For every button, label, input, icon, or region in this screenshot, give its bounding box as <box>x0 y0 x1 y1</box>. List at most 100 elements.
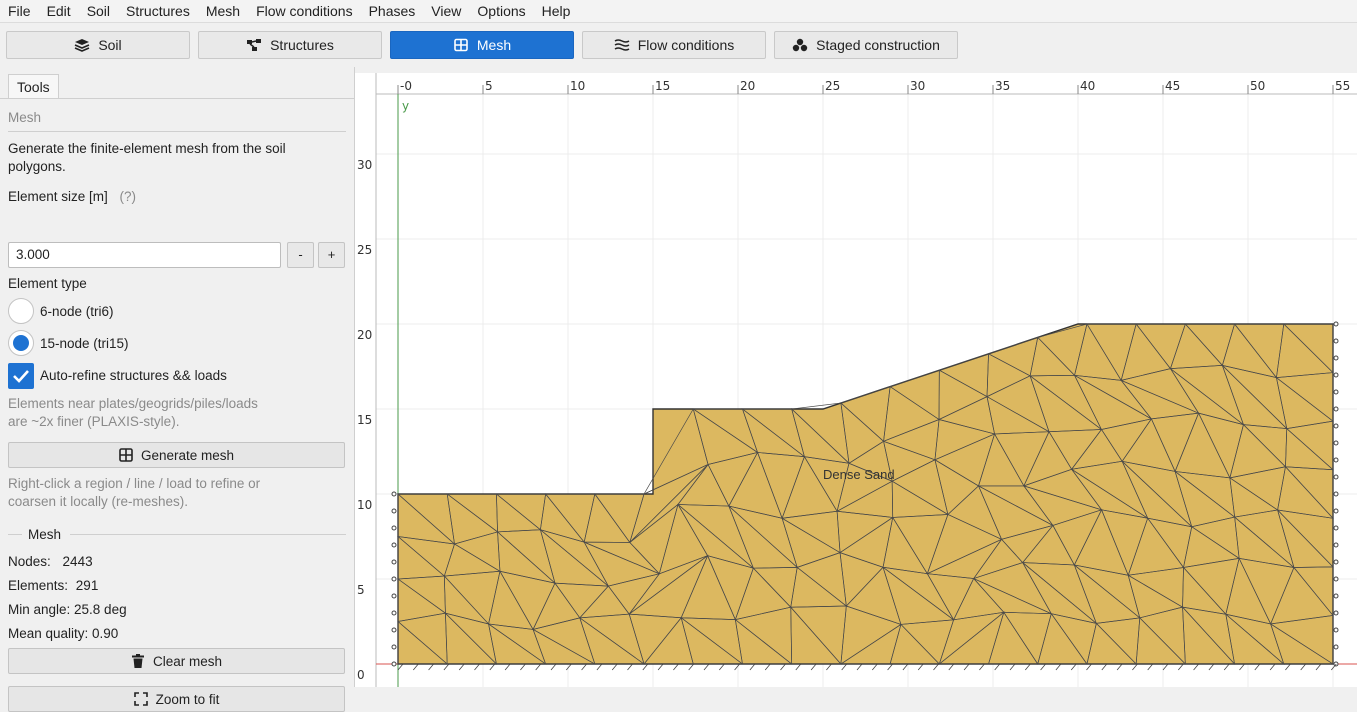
fixed-support-hatch <box>749 663 756 671</box>
auto-refine-checkbox[interactable] <box>8 363 34 389</box>
element-size-input[interactable]: 3.000 <box>8 242 281 268</box>
roller-support <box>1333 321 1339 327</box>
x-tick-label: 15 <box>655 79 670 93</box>
fixed-support-hatch <box>856 663 863 671</box>
fixed-support-hatch <box>1285 663 1291 671</box>
generate-mesh-button[interactable]: Generate mesh <box>8 442 345 468</box>
fixed-support-hatch <box>1040 663 1046 671</box>
x-ruler <box>355 73 1357 94</box>
mesh-mode-label: Mesh <box>476 37 512 53</box>
mesh-mode-button[interactable]: Mesh <box>390 31 574 59</box>
fixed-support-hatch <box>565 663 572 671</box>
decrease-size-button[interactable]: - <box>287 242 314 268</box>
zoom-to-fit-button[interactable]: Zoom to fit <box>8 686 345 712</box>
fixed-support-hatch <box>520 663 526 671</box>
mesh-group-title: Mesh <box>28 527 62 542</box>
menu-phases[interactable]: Phases <box>361 0 424 23</box>
nodes-stat: Nodes: 2443 <box>8 553 93 571</box>
staged-construction-mode-label: Staged construction <box>816 37 940 53</box>
fixed-support-hatch <box>1101 663 1108 671</box>
roller-support <box>1333 542 1339 548</box>
roller-support <box>1333 576 1339 582</box>
fixed-support-hatch <box>1086 663 1092 671</box>
nodes-value: 2443 <box>62 554 93 569</box>
radio-tri15[interactable] <box>8 330 34 356</box>
roller-support <box>1333 610 1339 616</box>
right-click-note: Right-click a region / line / load to re… <box>8 476 261 509</box>
section-title-mesh: Mesh <box>8 110 42 125</box>
soil-mode-label: Soil <box>98 37 122 53</box>
menu-file[interactable]: File <box>0 0 39 23</box>
help-hint[interactable]: (?) <box>120 189 137 204</box>
fixed-support-hatch <box>1239 663 1245 671</box>
radio-tri6-label: 6-node (tri6) <box>40 304 114 319</box>
refine-note: Elements near plates/geogrids/piles/load… <box>8 396 258 429</box>
fixed-support-hatch <box>428 663 434 671</box>
menu-mesh[interactable]: Mesh <box>198 0 248 23</box>
soil-mode-button[interactable]: Soil <box>6 31 190 59</box>
roller-support <box>1333 508 1339 514</box>
x-tick-label: 40 <box>1080 79 1095 93</box>
fixed-support-hatch <box>627 663 633 671</box>
zoom-to-fit-label: Zoom to fit <box>155 691 220 707</box>
roller-support <box>1333 406 1339 412</box>
x-tick-label: 55 <box>1335 79 1350 93</box>
flow-conditions-mode-label: Flow conditions <box>637 37 735 53</box>
mesh-view[interactable]: -0 5 10 15 20 25 30 35 40 45 50 55 0 5 10 15 20 25 30 y D… <box>355 73 1357 687</box>
fixed-support-hatch <box>810 663 817 671</box>
menu-view[interactable]: View <box>423 0 469 23</box>
fixed-support-hatch <box>412 663 419 671</box>
y-tick-label: 15 <box>357 413 372 427</box>
clear-mesh-button[interactable]: Clear mesh <box>8 648 345 674</box>
flow-conditions-mode-button[interactable]: Flow conditions <box>582 31 766 59</box>
menu-options[interactable]: Options <box>469 0 533 23</box>
fixed-support-hatch <box>535 663 542 671</box>
divider <box>8 534 22 535</box>
staged-construction-mode-button[interactable]: Staged construction <box>774 31 958 59</box>
fixed-support-hatch <box>1147 663 1154 671</box>
model-canvas[interactable]: -0 5 10 15 20 25 30 35 40 45 50 55 0 5 10 15 20 25 30 y D… <box>355 73 1357 687</box>
structure-nodes-icon <box>247 39 262 51</box>
fixed-support-hatch <box>1024 663 1031 671</box>
fixed-support-hatch <box>902 663 909 671</box>
mesh-description: Generate the finite-element mesh from th… <box>8 141 286 174</box>
layers-icon <box>74 39 90 52</box>
fixed-support-hatch <box>841 663 848 671</box>
fixed-support-hatch <box>397 663 404 671</box>
fixed-support-hatch <box>642 663 649 671</box>
menu-help[interactable]: Help <box>534 0 579 23</box>
element-type-label: Element type <box>8 276 87 291</box>
x-tick-label: 35 <box>995 79 1010 93</box>
roller-support <box>1333 355 1339 361</box>
roller-support <box>391 627 397 633</box>
menu-soil[interactable]: Soil <box>79 0 118 23</box>
roller-support <box>391 610 397 616</box>
fixed-support-hatch <box>826 663 832 671</box>
menu-flow-conditions[interactable]: Flow conditions <box>248 0 361 23</box>
increase-size-button[interactable]: + <box>318 242 345 268</box>
structures-mode-button[interactable]: Structures <box>198 31 382 59</box>
fixed-support-hatch <box>948 663 955 671</box>
fit-frame-icon <box>133 692 148 706</box>
roller-support <box>391 491 397 497</box>
tools-panel: Tools Mesh Generate the finite-element m… <box>0 67 355 712</box>
y-axis-label: y <box>402 99 409 113</box>
fixed-support-hatch <box>703 663 710 671</box>
fixed-support-hatch <box>764 663 771 671</box>
checkmark-icon <box>13 370 29 383</box>
menu-structures[interactable]: Structures <box>118 0 198 23</box>
roller-support <box>1333 389 1339 395</box>
soil-label: Dense Sand <box>823 467 895 482</box>
radio-tri6[interactable] <box>8 298 34 324</box>
roller-support <box>1333 372 1339 378</box>
fixed-support-hatch <box>795 663 802 671</box>
x-tick-label: 30 <box>910 79 925 93</box>
menu-edit[interactable]: Edit <box>39 0 79 23</box>
y-tick-label: 5 <box>357 583 365 597</box>
roller-support <box>391 508 397 514</box>
roller-support <box>391 559 397 565</box>
roller-support <box>1333 525 1339 531</box>
fixed-support-hatch <box>1193 663 1199 671</box>
tab-tools[interactable]: Tools <box>8 74 59 98</box>
fixed-support-hatch <box>1315 663 1322 671</box>
